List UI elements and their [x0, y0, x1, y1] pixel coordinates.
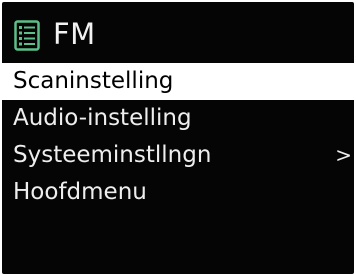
chevron-right-icon: > — [335, 143, 352, 167]
header: FM — [2, 2, 354, 62]
menu-item-label: Audio-instelling — [13, 105, 192, 131]
menu-item-audio-instelling[interactable]: Audio-instelling — [2, 100, 354, 137]
page-title: FM — [53, 17, 96, 51]
radio-display: FM Scaninstelling Audio-instelling Syste… — [2, 2, 354, 274]
menu-item-label: Systeeminstllngn — [13, 142, 212, 168]
menu-item-scaninstelling[interactable]: Scaninstelling — [2, 63, 354, 100]
menu-list: Scaninstelling Audio-instelling Systeemi… — [2, 63, 354, 211]
menu-item-label: Hoofdmenu — [13, 179, 147, 205]
menu-item-hoofdmenu[interactable]: Hoofdmenu — [2, 174, 354, 211]
menu-item-systeeminstellingen[interactable]: Systeeminstllngn > — [2, 137, 354, 174]
menu-item-label: Scaninstelling — [13, 68, 174, 94]
list-icon — [14, 20, 40, 51]
